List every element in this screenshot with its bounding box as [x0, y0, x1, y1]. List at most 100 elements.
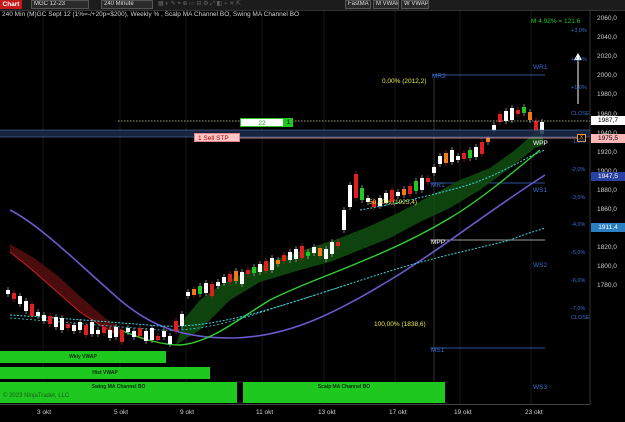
- candle-body: [468, 150, 472, 158]
- candle-body: [258, 264, 262, 272]
- time-tick-label: 23 okt: [525, 409, 543, 416]
- price-tick-label: 1780,0: [597, 282, 617, 290]
- price-tick-label: 2040,0: [597, 34, 617, 42]
- copyright: © 2023 NinjaTrader, LLC: [3, 393, 70, 399]
- percent-tick-label: -3,0%: [571, 195, 586, 201]
- candle-body: [354, 174, 358, 198]
- mr2-label: MR2: [432, 73, 446, 80]
- price-tick-label: 1820,0: [597, 244, 617, 252]
- candle-body: [54, 317, 58, 327]
- candle-body: [150, 328, 154, 340]
- price-tick-label: 1800,0: [597, 263, 617, 271]
- close-label: CLOSE: [571, 111, 590, 117]
- candle-body: [342, 210, 346, 230]
- candle-body: [318, 248, 322, 256]
- wkly-vwap-bar[interactable]: Wkly VWAP: [0, 351, 166, 363]
- candle-body: [102, 327, 106, 333]
- candle-body: [240, 272, 244, 284]
- candle-body: [360, 188, 364, 200]
- candle-body: [90, 322, 94, 334]
- candle-body: [48, 316, 52, 324]
- sell-stop-order-label[interactable]: 1 Sell STP: [194, 133, 240, 142]
- candle-body: [276, 260, 280, 264]
- hist-vwap-bar[interactable]: Hist VWAP: [0, 367, 210, 379]
- candle-body: [36, 312, 40, 316]
- candle-body: [96, 330, 100, 334]
- percent-tick-label: -4,0%: [571, 222, 586, 228]
- candle-body: [426, 178, 430, 182]
- candle-body: [60, 318, 64, 330]
- candle-body: [306, 252, 310, 256]
- price-tick-label: 1880,0: [597, 186, 617, 194]
- candle-body: [174, 321, 178, 331]
- candle-body: [510, 108, 514, 120]
- candle-body: [144, 331, 148, 341]
- wr1-label: WR1: [533, 64, 548, 71]
- order-quantity-count[interactable]: 1: [284, 118, 293, 127]
- candle-body: [312, 247, 316, 253]
- candle-body: [432, 167, 436, 173]
- candle-body: [114, 327, 118, 337]
- wpp-label: WPP: [533, 140, 548, 147]
- order-quantity-box[interactable]: 22: [240, 118, 284, 127]
- candle-body: [234, 271, 238, 281]
- candle-body: [78, 322, 82, 330]
- time-tick-label: 5 okt: [114, 409, 129, 416]
- candle-body: [300, 246, 304, 258]
- candle-body: [120, 330, 124, 342]
- time-tick-label: 9 okt: [180, 409, 195, 416]
- candle-body: [24, 301, 28, 311]
- candle-body: [228, 274, 232, 282]
- percent-tick-label: -6,0%: [571, 278, 586, 284]
- percent-tick-label: +2,0%: [571, 57, 587, 63]
- fib-0-label: 0.00% (2012,2): [382, 78, 427, 85]
- time-tick-label: 11 okt: [256, 409, 274, 416]
- candle-body: [84, 325, 88, 335]
- price-tick-label: 1980,0: [597, 91, 617, 99]
- time-axis[interactable]: 3 okt 5 okt 9 okt 11 okt 13 okt 17 okt 19 okt 2…: [0, 404, 590, 422]
- scalp-ma-channel-bar[interactable]: Scalp MA Channel BO: [243, 382, 445, 403]
- candle-body: [288, 252, 292, 260]
- candle-body: [180, 314, 184, 326]
- stop-price-marker: 1975,5: [591, 134, 625, 143]
- candle-body: [336, 242, 340, 246]
- candle-body: [30, 304, 34, 316]
- candle-body: [162, 331, 166, 337]
- candle-body: [528, 112, 532, 120]
- candle-body: [12, 293, 16, 299]
- candle-body: [330, 242, 334, 254]
- monthly-pct-label: M 4.92% = 121.6: [531, 18, 581, 25]
- price-tick-label: 1860,0: [597, 206, 617, 213]
- candle-body: [396, 192, 400, 196]
- candle-body: [414, 181, 418, 191]
- ms1-label: MS1: [431, 347, 445, 354]
- candle-body: [186, 292, 190, 296]
- scalp-channel-fill: [176, 128, 545, 345]
- candle-body: [246, 270, 250, 274]
- time-tick-label: 13 okt: [318, 409, 336, 416]
- chart-title: 240 Min (M)GC Sept 12 (1%=-/+20p=$200), …: [2, 11, 300, 18]
- price-tick-label: 2020,0: [597, 53, 617, 61]
- percent-tick-label: -1,0%: [571, 139, 586, 145]
- candle-body: [438, 156, 442, 164]
- candle-body: [402, 189, 406, 195]
- candle-body: [516, 110, 520, 114]
- vwap-price-marker: 1911,4: [591, 223, 625, 232]
- candle-body: [42, 315, 46, 321]
- ws2-label: WS2: [533, 262, 548, 269]
- swing-ma-price-marker: 1947,5: [591, 172, 625, 181]
- percent-tick-label: -7,0%: [571, 306, 586, 312]
- candle-body: [222, 277, 226, 283]
- percent-tick-label: +3,0%: [571, 28, 587, 34]
- candle-body: [198, 286, 202, 294]
- candle-body: [474, 147, 478, 157]
- candle-body: [216, 282, 220, 286]
- candle-body: [294, 249, 298, 259]
- candle-body: [450, 150, 454, 162]
- last-price-marker: 1987,7: [591, 116, 625, 125]
- candle-body: [6, 290, 10, 294]
- candle-body: [408, 186, 412, 194]
- sell-stop-band: [0, 130, 590, 137]
- percent-tick-label: -5,0%: [571, 250, 586, 256]
- candle-body: [444, 153, 448, 163]
